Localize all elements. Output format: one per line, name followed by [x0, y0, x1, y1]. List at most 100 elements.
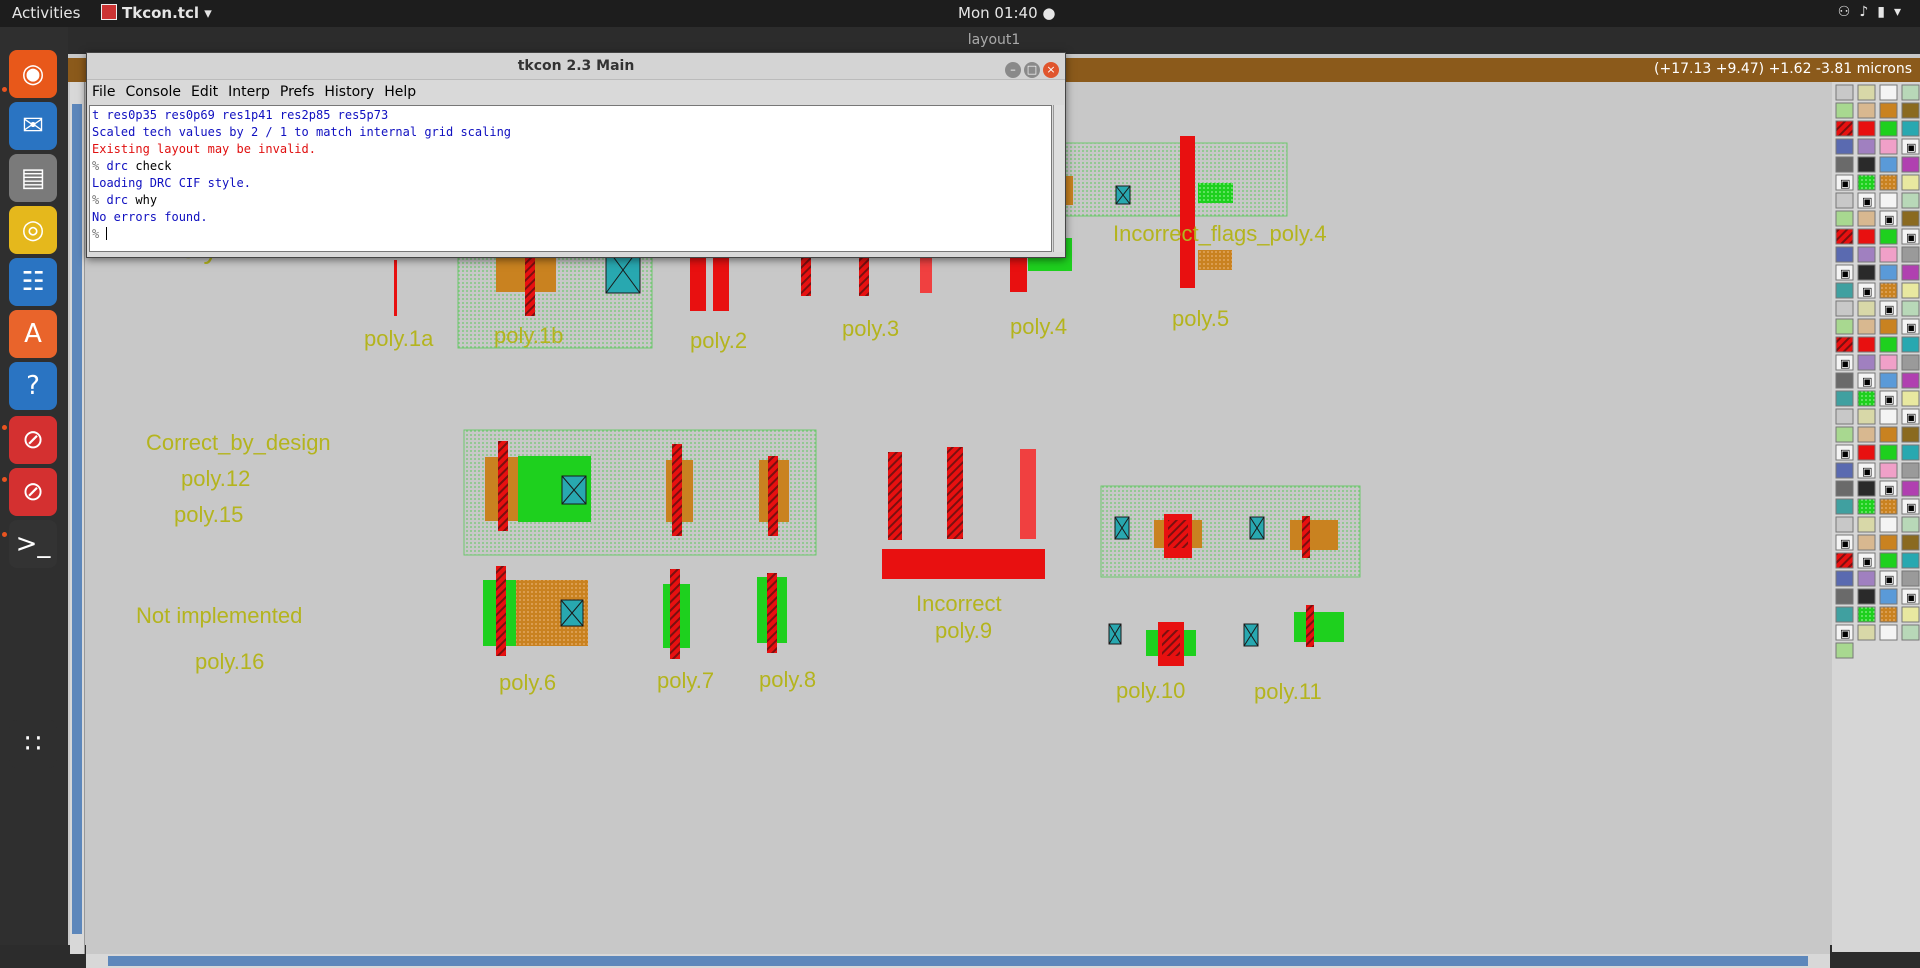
layer-swatch[interactable]: [1857, 102, 1876, 119]
layer-swatch[interactable]: [1857, 84, 1876, 101]
vertical-scrollbar[interactable]: [70, 82, 85, 954]
layer-swatch[interactable]: [1901, 192, 1920, 209]
vertical-scroll-thumb[interactable]: [72, 104, 82, 934]
layer-swatch[interactable]: [1879, 498, 1898, 515]
layer-swatch[interactable]: [1857, 480, 1876, 497]
close-button[interactable]: ×: [1043, 62, 1059, 78]
layer-swatch[interactable]: [1857, 534, 1876, 551]
layer-swatch[interactable]: [1857, 588, 1876, 605]
layer-swatch[interactable]: [1879, 318, 1898, 335]
menu-console[interactable]: Console: [120, 80, 186, 100]
layer-swatch[interactable]: [1879, 138, 1898, 155]
layer-swatch[interactable]: [1835, 318, 1854, 335]
layer-swatch[interactable]: [1901, 570, 1920, 587]
layer-swatch[interactable]: [1901, 300, 1920, 317]
magic-app-2-icon[interactable]: ⊘: [9, 468, 57, 516]
layer-palette-grid[interactable]: ▣ ▣ ▣ ▣ ▣ ▣ ▣ ▣ ▣ ▣ ▣ ▣ ▣ ▣ ▣ ▣ ▣ ▣ ▣ ▣ ▣ ▣: [1832, 82, 1920, 952]
layer-swatch[interactable]: [1901, 390, 1920, 407]
magic-app-icon[interactable]: ⊘: [9, 416, 57, 464]
layer-swatch[interactable]: [1879, 588, 1898, 605]
layer-swatch[interactable]: [1835, 156, 1854, 173]
layer-swatch[interactable]: [1901, 552, 1920, 569]
layer-swatch[interactable]: [1879, 246, 1898, 263]
layer-swatch[interactable]: [1879, 426, 1898, 443]
layer-swatch[interactable]: [1879, 552, 1898, 569]
layer-swatch[interactable]: [1901, 534, 1920, 551]
layer-swatch[interactable]: [1901, 516, 1920, 533]
help-icon[interactable]: ?: [9, 362, 57, 410]
layer-swatch[interactable]: [1879, 264, 1898, 281]
thunderbird-icon[interactable]: ✉: [9, 102, 57, 150]
layer-swatch[interactable]: [1901, 282, 1920, 299]
layer-swatch[interactable]: [1879, 516, 1898, 533]
layer-swatch[interactable]: [1901, 426, 1920, 443]
menu-file[interactable]: File: [87, 80, 120, 100]
layer-swatch[interactable]: [1901, 264, 1920, 281]
layer-swatch[interactable]: [1857, 156, 1876, 173]
layer-swatch[interactable]: [1879, 174, 1898, 191]
menu-prefs[interactable]: Prefs: [275, 80, 319, 100]
layer-swatch[interactable]: [1835, 552, 1854, 569]
layer-swatch[interactable]: [1901, 444, 1920, 461]
layer-swatch[interactable]: [1857, 426, 1876, 443]
layer-swatch[interactable]: [1857, 624, 1876, 641]
layer-swatch[interactable]: [1901, 354, 1920, 371]
layer-swatch[interactable]: [1879, 120, 1898, 137]
layer-swatch[interactable]: [1857, 498, 1876, 515]
layer-swatch[interactable]: [1835, 120, 1854, 137]
clock[interactable]: Mon 01:40 ●: [958, 4, 1055, 22]
show-apps-icon[interactable]: ∷: [9, 720, 57, 768]
layer-swatch[interactable]: [1857, 606, 1876, 623]
layer-swatch[interactable]: [1835, 516, 1854, 533]
layer-swatch[interactable]: [1857, 318, 1876, 335]
files-icon[interactable]: ▤: [9, 154, 57, 202]
layer-swatch[interactable]: [1835, 282, 1854, 299]
layer-swatch[interactable]: [1835, 192, 1854, 209]
layer-swatch[interactable]: [1901, 372, 1920, 389]
console-scrollbar[interactable]: [1053, 105, 1064, 252]
layer-swatch[interactable]: [1835, 246, 1854, 263]
layer-swatch[interactable]: [1835, 228, 1854, 245]
layer-swatch[interactable]: [1901, 480, 1920, 497]
layer-swatch[interactable]: [1857, 246, 1876, 263]
layer-swatch[interactable]: [1901, 246, 1920, 263]
layer-swatch[interactable]: [1901, 606, 1920, 623]
layer-swatch[interactable]: [1835, 480, 1854, 497]
horizontal-scroll-thumb[interactable]: [108, 956, 1808, 966]
software-center-icon[interactable]: A: [9, 310, 57, 358]
tkcon-console-output[interactable]: t res0p35 res0p69 res1p41 res2p85 res5p7…: [89, 105, 1052, 252]
layer-swatch[interactable]: [1835, 462, 1854, 479]
layer-swatch[interactable]: [1879, 408, 1898, 425]
layer-swatch[interactable]: [1857, 228, 1876, 245]
layer-swatch[interactable]: [1835, 102, 1854, 119]
layer-swatch[interactable]: [1879, 282, 1898, 299]
firefox-icon[interactable]: ◉: [9, 50, 57, 98]
layer-swatch[interactable]: [1835, 498, 1854, 515]
layer-swatch[interactable]: [1879, 156, 1898, 173]
layer-swatch[interactable]: [1857, 354, 1876, 371]
layer-swatch[interactable]: [1879, 84, 1898, 101]
layer-swatch[interactable]: [1879, 102, 1898, 119]
layer-swatch[interactable]: [1835, 84, 1854, 101]
menu-help[interactable]: Help: [379, 80, 421, 100]
layer-swatch[interactable]: [1857, 444, 1876, 461]
menu-edit[interactable]: Edit: [186, 80, 223, 100]
layer-swatch[interactable]: [1835, 408, 1854, 425]
layer-swatch[interactable]: [1879, 462, 1898, 479]
layer-swatch[interactable]: [1901, 84, 1920, 101]
layer-swatch[interactable]: [1857, 570, 1876, 587]
layer-swatch[interactable]: [1879, 354, 1898, 371]
layer-swatch[interactable]: [1835, 426, 1854, 443]
layer-swatch[interactable]: [1901, 120, 1920, 137]
layer-swatch[interactable]: [1857, 408, 1876, 425]
layer-swatch[interactable]: [1835, 300, 1854, 317]
layer-swatch[interactable]: [1901, 336, 1920, 353]
layer-swatch[interactable]: [1857, 516, 1876, 533]
layer-swatch[interactable]: [1901, 174, 1920, 191]
menu-interp[interactable]: Interp: [223, 80, 275, 100]
layer-swatch[interactable]: [1879, 444, 1898, 461]
layer-swatch[interactable]: [1879, 606, 1898, 623]
layer-swatch[interactable]: [1835, 588, 1854, 605]
layer-swatch[interactable]: [1879, 336, 1898, 353]
layer-swatch[interactable]: [1835, 606, 1854, 623]
